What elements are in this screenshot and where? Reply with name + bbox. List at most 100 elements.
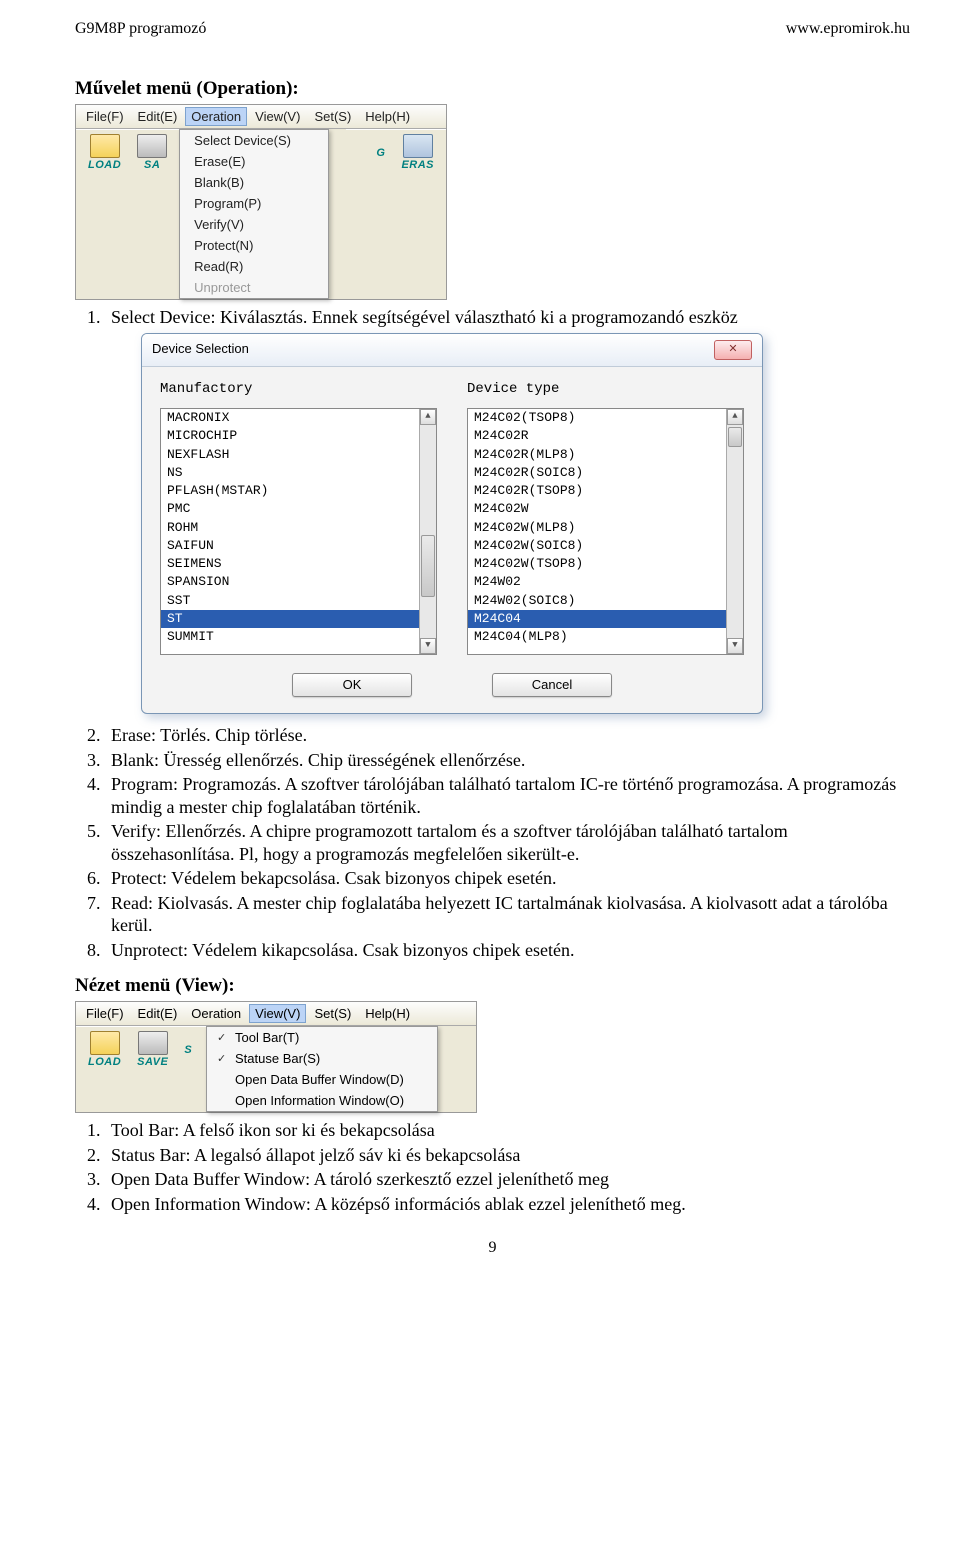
op-item-1: Select Device: Kiválasztás. Ennek segíts… [105,306,910,714]
scroll-thumb[interactable] [421,535,435,597]
dropdown-item[interactable]: Open Data Buffer Window(D) [207,1069,437,1090]
list-item[interactable]: M24C02R(MLP8) [468,446,743,464]
toolbar-save[interactable]: SAVE [129,1029,176,1070]
manufactory-listbox[interactable]: MACRONIXMICROCHIPNEXFLASHNSPFLASH(MSTAR)… [160,408,437,655]
menu-item[interactable]: Oeration [185,1004,247,1023]
list-item[interactable]: MACRONIX [161,409,436,427]
toolbar-save[interactable]: SA [129,132,175,173]
dropdown-item[interactable]: Program(P) [180,193,328,214]
list-item[interactable]: MICROCHIP [161,427,436,445]
scrollbar[interactable]: ▲ ▼ [726,409,743,654]
header-left: G9M8P programozó [75,20,206,38]
dropdown-item[interactable]: Erase(E) [180,151,328,172]
list-item[interactable]: M24C02R [468,427,743,445]
op-item-3: Blank: Üresség ellenőrzés. Chip ürességé… [105,749,910,772]
list-item[interactable]: M24C02W(TSOP8) [468,555,743,573]
menu-item[interactable]: Oeration [185,107,247,126]
list-item[interactable]: PFLASH(MSTAR) [161,482,436,500]
toolbar-s[interactable]: S [176,1042,200,1058]
manufactory-label: Manufactory [160,381,437,399]
list-item[interactable]: M24C02W(SOIC8) [468,537,743,555]
check-icon: ✓ [217,1031,227,1044]
menu-item[interactable]: Set(S) [308,107,357,126]
dropdown-item[interactable]: Protect(N) [180,235,328,256]
list-item[interactable]: NEXFLASH [161,446,436,464]
dropdown-item[interactable]: Verify(V) [180,214,328,235]
list-item[interactable]: SAIFUN [161,537,436,555]
view-item-2: Status Bar: A legalsó állapot jelző sáv … [105,1144,910,1167]
list-item[interactable]: M24C02W(MLP8) [468,519,743,537]
dropdown-item[interactable]: Select Device(S) [180,130,328,151]
devicetype-listbox[interactable]: M24C02(TSOP8)M24C02RM24C02R(MLP8)M24C02R… [467,408,744,655]
close-button[interactable]: ✕ [714,340,752,360]
cancel-button[interactable]: Cancel [492,673,612,697]
scrollbar[interactable]: ▲ ▼ [419,409,436,654]
menubar: File(F)Edit(E)OerationView(V)Set(S)Help(… [76,1002,476,1026]
dropdown-item[interactable]: Blank(B) [180,172,328,193]
menu-item[interactable]: View(V) [249,1004,306,1023]
header-right: www.epromirok.hu [786,20,910,38]
list-item[interactable]: ROHM [161,519,436,537]
list-item[interactable]: PMC [161,500,436,518]
list-item[interactable]: M24C04 [468,610,743,628]
view-item-3: Open Data Buffer Window: A tároló szerke… [105,1168,910,1191]
floppy-icon [138,1031,168,1055]
toolbar-g[interactable]: G [368,145,393,161]
check-icon: ✓ [217,1052,227,1065]
device-selection-dialog: Device Selection ✕ Manufactory MACRONIXM… [141,333,763,715]
list-item[interactable]: M24C02W [468,500,743,518]
menu-item[interactable]: Edit(E) [132,1004,184,1023]
op-item-7: Read: Kiolvasás. A mester chip foglalatá… [105,892,910,937]
view-list: Tool Bar: A felső ikon sor ki és bekapcs… [105,1119,910,1215]
menu-item[interactable]: Edit(E) [132,107,184,126]
dropdown-item[interactable]: Open Information Window(O) [207,1090,437,1111]
toolbar-load[interactable]: LOAD [80,1029,129,1070]
menu-item[interactable]: Set(S) [308,1004,357,1023]
scroll-thumb[interactable] [728,427,742,447]
page-number: 9 [75,1239,910,1257]
list-item[interactable]: M24C04(MLP8) [468,628,743,646]
section-view-title: Nézet menü (View): [75,975,910,997]
list-item[interactable]: M24C02(TSOP8) [468,409,743,427]
op-item-8: Unprotect: Védelem kikapcsolása. Csak bi… [105,939,910,962]
scroll-up-icon[interactable]: ▲ [420,409,436,425]
ok-button[interactable]: OK [292,673,412,697]
operation-menu-screenshot: File(F)Edit(E)OerationView(V)Set(S)Help(… [75,104,447,300]
menu-item[interactable]: File(F) [80,1004,130,1023]
dropdown-item: Unprotect [180,277,328,298]
op-item-4: Program: Programozás. A szoftver tárolój… [105,773,910,818]
dropdown-item[interactable]: ✓Statuse Bar(S) [207,1048,437,1069]
operation-dropdown: Select Device(S)Erase(E)Blank(B)Program(… [179,129,329,299]
dialog-title: Device Selection [152,341,249,357]
dropdown-item[interactable]: ✓Tool Bar(T) [207,1027,437,1048]
list-item[interactable]: SPANSION [161,573,436,591]
list-item[interactable]: M24W02 [468,573,743,591]
folder-icon [90,134,120,158]
op-item-2: Erase: Törlés. Chip törlése. [105,724,910,747]
list-item[interactable]: M24W02(SOIC8) [468,592,743,610]
scroll-up-icon[interactable]: ▲ [727,409,743,425]
menu-item[interactable]: Help(H) [359,1004,416,1023]
menu-item[interactable]: File(F) [80,107,130,126]
op-item-6: Protect: Védelem bekapcsolása. Csak bizo… [105,867,910,890]
list-item[interactable]: NS [161,464,436,482]
menu-item[interactable]: Help(H) [359,107,416,126]
scroll-down-icon[interactable]: ▼ [727,638,743,654]
list-item[interactable]: SUMMIT [161,628,436,646]
toolbar-load[interactable]: LOAD [80,132,129,173]
dropdown-item[interactable]: Read(R) [180,256,328,277]
op-item-5: Verify: Ellenőrzés. A chipre programozot… [105,820,910,865]
toolbar-eras[interactable]: ERAS [393,132,442,173]
list-item[interactable]: M24C02R(TSOP8) [468,482,743,500]
list-item[interactable]: SST [161,592,436,610]
list-item[interactable]: ST [161,610,436,628]
view-item-4: Open Information Window: A középső infor… [105,1193,910,1216]
menu-item[interactable]: View(V) [249,107,306,126]
view-item-1: Tool Bar: A felső ikon sor ki és bekapcs… [105,1119,910,1142]
floppy-icon [137,134,167,158]
list-item[interactable]: SEIMENS [161,555,436,573]
view-menu-screenshot: File(F)Edit(E)OerationView(V)Set(S)Help(… [75,1001,477,1113]
scroll-down-icon[interactable]: ▼ [420,638,436,654]
list-item[interactable]: M24C02R(SOIC8) [468,464,743,482]
menubar: File(F)Edit(E)OerationView(V)Set(S)Help(… [76,105,446,129]
